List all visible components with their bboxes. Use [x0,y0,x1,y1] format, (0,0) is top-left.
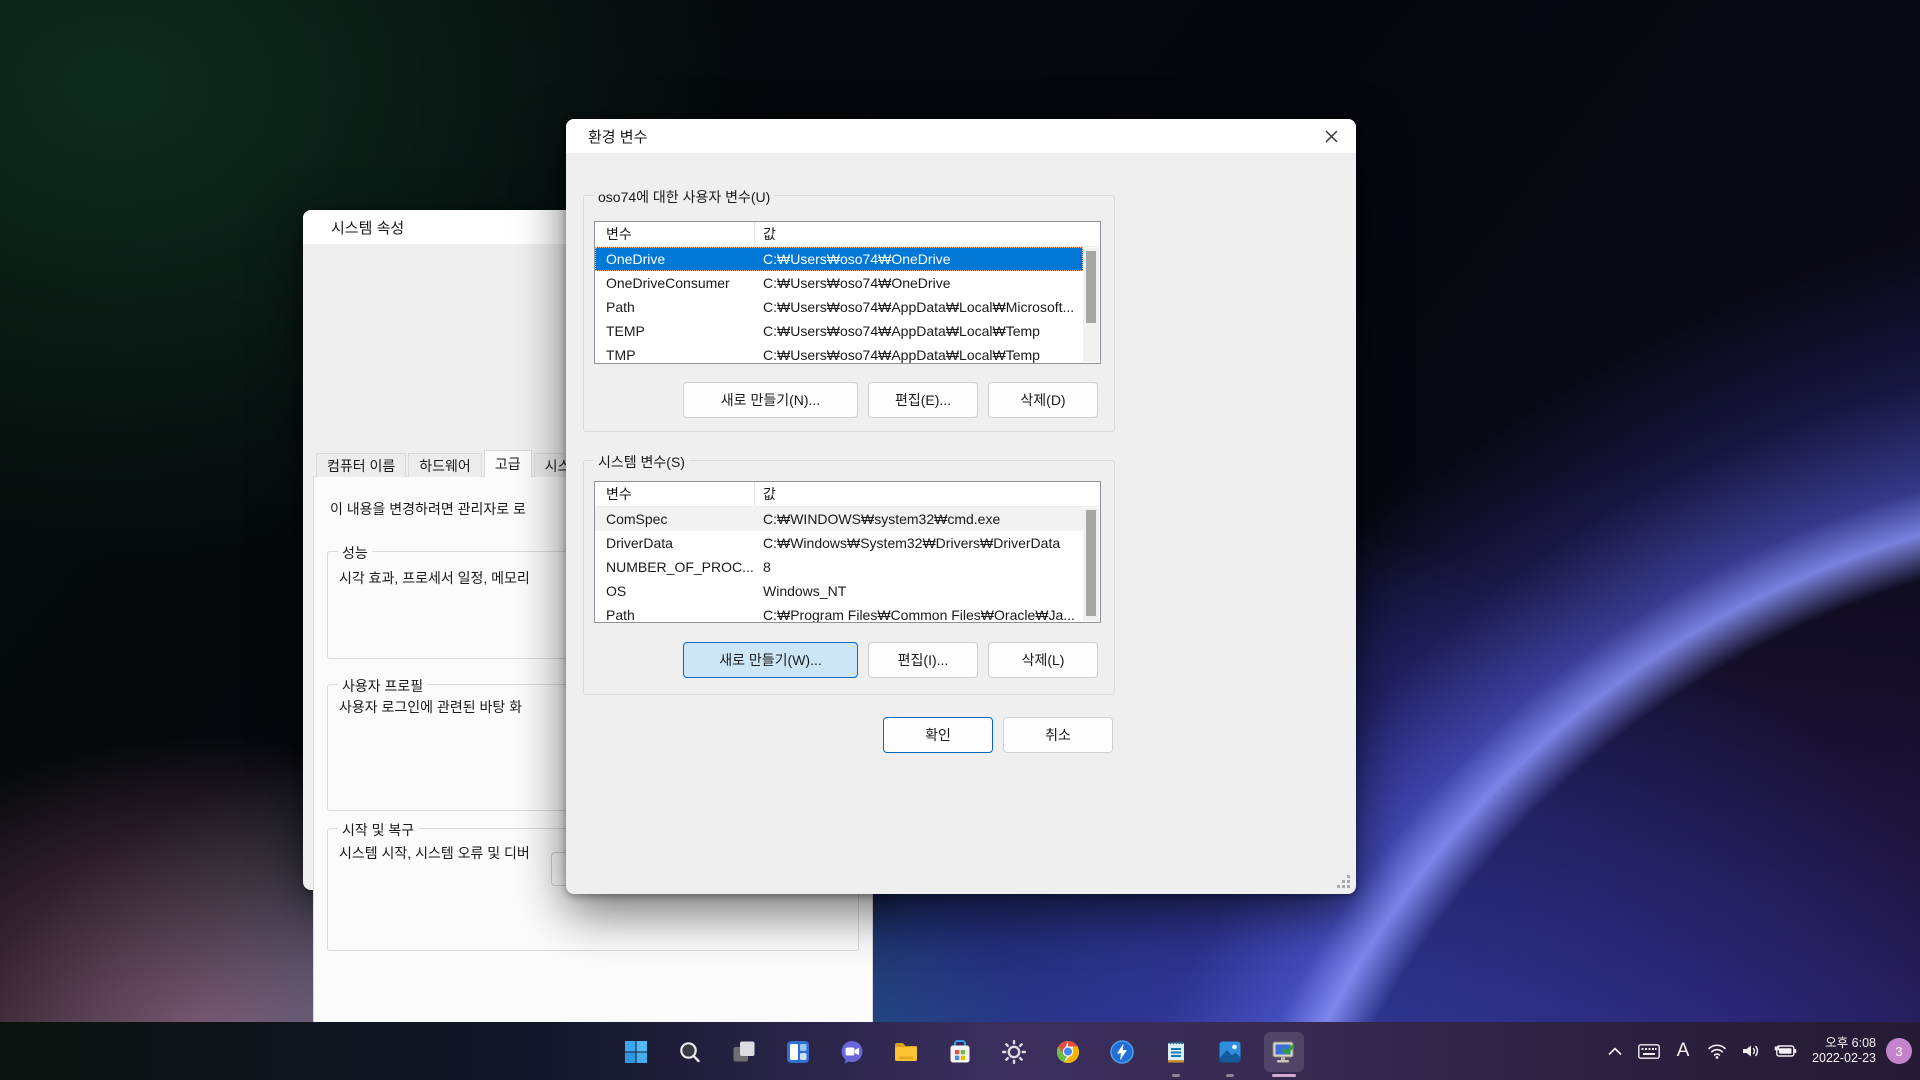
touch-keyboard-icon[interactable] [1634,1031,1664,1071]
environment-variables-dialog: 환경 변수 oso74에 대한 사용자 변수(U) 변수 값 OneDrive … [566,119,1356,894]
table-row[interactable]: OneDrive C:₩Users₩oso74₩OneDrive [595,247,1083,271]
action-button[interactable]: 편집(E)... [868,382,978,418]
user-table-header[interactable]: 변수 값 [595,222,1100,247]
wifi-icon[interactable] [1702,1031,1732,1071]
volume-icon[interactable] [1736,1031,1766,1071]
system-table-header[interactable]: 변수 값 [595,482,1100,507]
tab[interactable]: 컴퓨터 이름 [316,453,406,477]
task-view-button[interactable] [724,1032,764,1072]
system-table-rows: ComSpec C:₩WINDOWS₩system32₩cmd.exe Driv… [595,507,1100,623]
lightning-app-button[interactable] [1102,1032,1142,1072]
ime-mode-indicator[interactable]: A [1668,1031,1698,1071]
env-titlebar[interactable]: 환경 변수 [566,119,1356,153]
column-header-variable[interactable]: 변수 [595,482,755,506]
table-row[interactable]: Path C:₩Users₩oso74₩AppData₩Local₩Micros… [595,295,1083,319]
user-variables-group-label: oso74에 대한 사용자 변수(U) [594,187,774,207]
resize-grip-icon[interactable] [1336,874,1350,888]
system-variables-table[interactable]: 변수 값 ComSpec C:₩WINDOWS₩system32₩cmd.exe… [594,481,1101,623]
task-view-icon [731,1039,757,1065]
lightning-app-icon [1109,1039,1135,1065]
table-row[interactable]: OS Windows_NT [595,579,1083,603]
performance-group-label: 성능 [338,543,372,563]
start-icon [623,1039,649,1065]
notepad-button[interactable] [1156,1032,1196,1072]
settings-button[interactable] [994,1032,1034,1072]
chat-icon [839,1039,865,1065]
settings-icon [1001,1039,1027,1065]
action-button[interactable]: 편집(I)... [868,642,978,678]
photos-button[interactable] [1210,1032,1250,1072]
clock-time: 오후 6:08 [1812,1036,1876,1051]
desktop-wallpaper: 시스템 속성 컴퓨터 이름하드웨어고급시스 이 내용을 변경하려면 관리자로 로… [0,0,1920,1080]
table-row[interactable]: OneDriveConsumer C:₩Users₩oso74₩OneDrive [595,271,1083,295]
file-explorer-icon [893,1039,919,1065]
store-button[interactable] [940,1032,980,1072]
action-button[interactable]: 새로 만들기(W)... [683,642,858,678]
startup-recovery-group-label: 시작 및 복구 [338,820,418,840]
chat-button[interactable] [832,1032,872,1072]
clock-date: 2022-02-23 [1812,1051,1876,1066]
system-properties-title: 시스템 속성 [331,217,404,238]
chrome-button[interactable] [1048,1032,1088,1072]
user-table-rows: OneDrive C:₩Users₩oso74₩OneDrive OneDriv… [595,247,1100,364]
ok-button[interactable]: 확인 [883,717,993,753]
system-variables-group-label: 시스템 변수(S) [594,452,689,472]
system-properties-icon [1270,1038,1298,1066]
column-header-value[interactable]: 값 [755,224,776,244]
action-button[interactable]: 삭제(D) [988,382,1098,418]
search-icon [677,1039,703,1065]
tab[interactable]: 고급 [484,450,532,477]
system-table-scrollbar[interactable] [1083,508,1099,621]
table-row[interactable]: TEMP C:₩Users₩oso74₩AppData₩Local₩Temp [595,319,1083,343]
performance-description: 시각 효과, 프로세서 일정, 메모리 [339,568,530,588]
notepad-icon [1163,1039,1189,1065]
search-button[interactable] [670,1032,710,1072]
table-row[interactable]: TMP C:₩Users₩oso74₩AppData₩Local₩Temp [595,343,1083,364]
user-profiles-group-label: 사용자 프로필 [338,676,427,696]
user-variables-table[interactable]: 변수 값 OneDrive C:₩Users₩oso74₩OneDrive On… [594,221,1101,364]
env-dialog-title: 환경 변수 [588,126,647,147]
start-button[interactable] [616,1032,656,1072]
hidden-icons-chevron[interactable] [1600,1031,1630,1071]
action-button[interactable]: 삭제(L) [988,642,1098,678]
chrome-icon [1055,1039,1081,1065]
cancel-button[interactable]: 취소 [1003,717,1113,753]
column-header-variable[interactable]: 변수 [595,222,755,246]
taskbar-clock[interactable]: 오후 6:08 2022-02-23 [1804,1036,1882,1066]
notification-badge[interactable]: 3 [1886,1038,1912,1064]
table-row[interactable]: NUMBER_OF_PROC... 8 [595,555,1083,579]
table-row[interactable]: DriverData C:₩Windows₩System32₩Drivers₩D… [595,531,1083,555]
column-header-value[interactable]: 값 [755,484,776,504]
close-icon[interactable] [1316,123,1346,149]
action-button[interactable]: 새로 만들기(N)... [683,382,858,418]
table-row[interactable]: ComSpec C:₩WINDOWS₩system32₩cmd.exe [595,507,1083,531]
taskbar: A 오후 6:08 2022-02-23 3 [0,1022,1920,1080]
tab[interactable]: 하드웨어 [408,453,482,477]
store-icon [947,1039,973,1065]
startup-recovery-description: 시스템 시작, 시스템 오류 및 디버 [339,843,530,863]
widgets-button[interactable] [778,1032,818,1072]
system-properties-tabs: 컴퓨터 이름하드웨어고급시스 [316,450,583,477]
battery-icon[interactable] [1770,1031,1800,1071]
user-profiles-description: 사용자 로그인에 관련된 바탕 화 [339,697,522,717]
widgets-icon [785,1039,811,1065]
file-explorer-button[interactable] [886,1032,926,1072]
admin-notice-text: 이 내용을 변경하려면 관리자로 로 [330,499,526,519]
table-row[interactable]: Path C:₩Program Files₩Common Files₩Oracl… [595,603,1083,623]
system-properties-taskbar-button[interactable] [1264,1032,1304,1072]
user-table-scrollbar[interactable] [1083,248,1099,362]
photos-icon [1217,1039,1243,1065]
